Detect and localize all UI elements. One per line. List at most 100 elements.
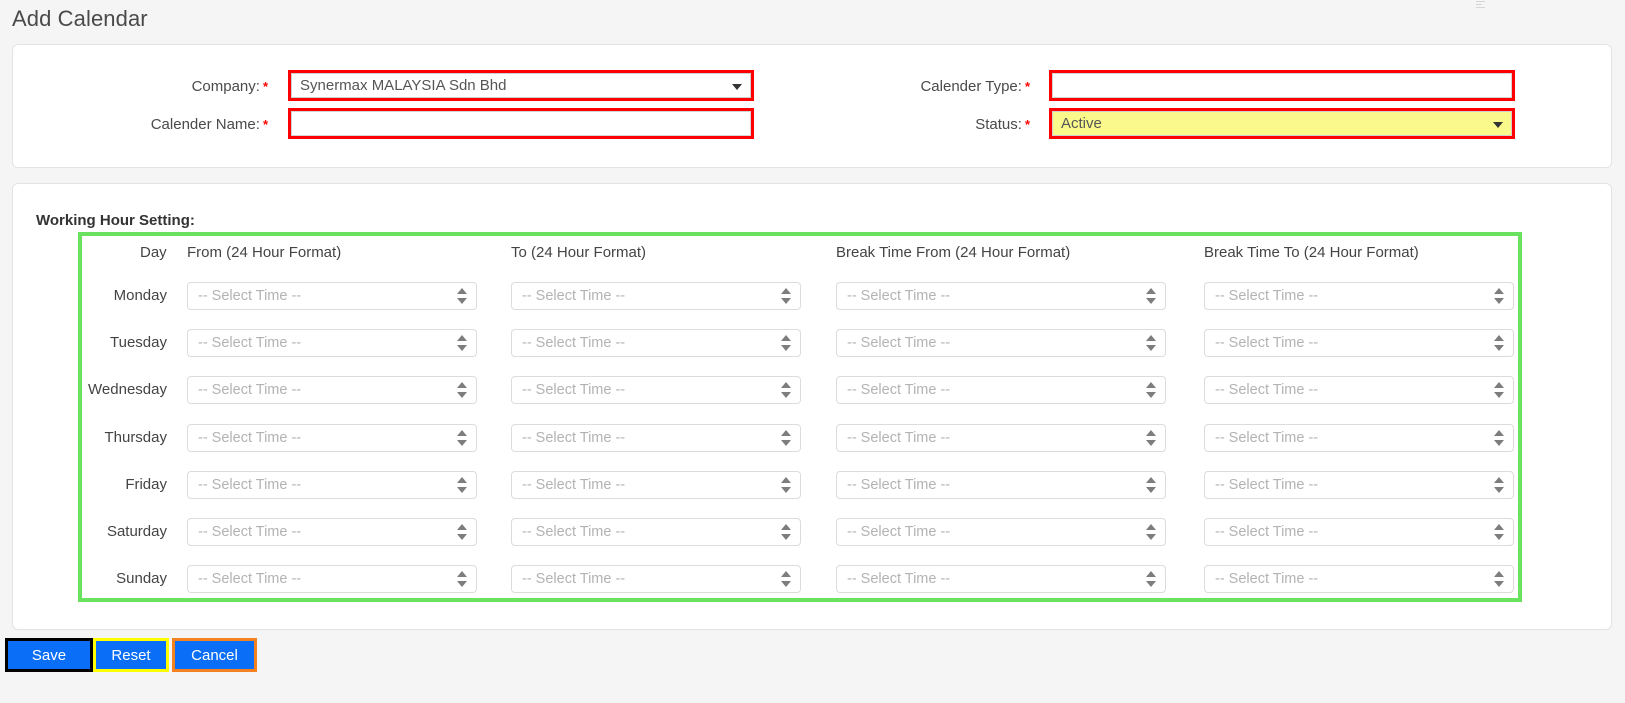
- time-input-break-to-thursday[interactable]: -- Select Time --: [1204, 424, 1514, 452]
- time-input-placeholder: -- Select Time --: [1215, 382, 1319, 398]
- spinner-arrows-icon[interactable]: [457, 523, 468, 541]
- spinner-arrows-icon[interactable]: [781, 570, 792, 588]
- spinner-arrows-icon[interactable]: [1494, 381, 1505, 399]
- time-input-placeholder: -- Select Time --: [847, 477, 951, 493]
- time-input-break-from-thursday[interactable]: -- Select Time --: [836, 424, 1166, 452]
- calendar-name-highlight: [288, 108, 754, 139]
- spinner-arrows-icon[interactable]: [457, 570, 468, 588]
- spinner-arrows-icon[interactable]: [781, 476, 792, 494]
- time-input-to-wednesday[interactable]: -- Select Time --: [511, 376, 801, 404]
- spinner-arrows-icon[interactable]: [1494, 287, 1505, 305]
- time-input-break-to-tuesday[interactable]: -- Select Time --: [1204, 329, 1514, 357]
- spinner-arrows-icon[interactable]: [1494, 429, 1505, 447]
- time-input-placeholder: -- Select Time --: [522, 430, 626, 446]
- spinner-arrows-icon[interactable]: [457, 381, 468, 399]
- time-input-from-sunday[interactable]: -- Select Time --: [187, 565, 477, 593]
- spinner-arrows-icon[interactable]: [457, 287, 468, 305]
- time-input-break-from-friday[interactable]: -- Select Time --: [836, 471, 1166, 499]
- reset-button[interactable]: Reset: [96, 641, 166, 669]
- status-highlight: Active: [1049, 108, 1515, 139]
- time-input-placeholder: -- Select Time --: [847, 430, 951, 446]
- calendar-name-input[interactable]: [291, 111, 751, 136]
- save-button-outline: Save: [5, 638, 93, 672]
- chevron-down-icon: [1493, 121, 1503, 128]
- day-label-saturday: Saturday: [106, 523, 167, 540]
- time-input-placeholder: -- Select Time --: [198, 524, 302, 540]
- spinner-arrows-icon[interactable]: [457, 429, 468, 447]
- spinner-arrows-icon[interactable]: [781, 381, 792, 399]
- save-button[interactable]: Save: [8, 641, 90, 669]
- time-input-placeholder: -- Select Time --: [1215, 288, 1319, 304]
- time-input-break-to-friday[interactable]: -- Select Time --: [1204, 471, 1514, 499]
- time-input-placeholder: -- Select Time --: [522, 382, 626, 398]
- calendar-type-required-marker: *: [1024, 78, 1030, 94]
- spinner-arrows-icon[interactable]: [1494, 523, 1505, 541]
- spinner-arrows-icon[interactable]: [781, 334, 792, 352]
- status-select-value: Active: [1061, 115, 1102, 132]
- day-label-tuesday: Tuesday: [110, 334, 167, 351]
- time-input-break-from-sunday[interactable]: -- Select Time --: [836, 565, 1166, 593]
- time-input-break-to-wednesday[interactable]: -- Select Time --: [1204, 376, 1514, 404]
- time-input-from-tuesday[interactable]: -- Select Time --: [187, 329, 477, 357]
- time-input-placeholder: -- Select Time --: [522, 524, 626, 540]
- day-label-sunday: Sunday: [116, 570, 167, 587]
- status-select[interactable]: Active: [1052, 111, 1512, 136]
- spinner-arrows-icon[interactable]: [1494, 570, 1505, 588]
- page-title: Add Calendar: [12, 6, 148, 31]
- column-header-from: From (24 Hour Format): [187, 244, 342, 261]
- company-label: Company:: [191, 77, 260, 95]
- time-input-from-monday[interactable]: -- Select Time --: [187, 282, 477, 310]
- time-input-break-from-monday[interactable]: -- Select Time --: [836, 282, 1166, 310]
- time-input-break-from-tuesday[interactable]: -- Select Time --: [836, 329, 1166, 357]
- spinner-arrows-icon[interactable]: [1494, 334, 1505, 352]
- time-input-to-friday[interactable]: -- Select Time --: [511, 471, 801, 499]
- spinner-arrows-icon[interactable]: [457, 334, 468, 352]
- calendar-type-input[interactable]: [1052, 73, 1512, 98]
- time-input-placeholder: -- Select Time --: [847, 571, 951, 587]
- day-label-thursday: Thursday: [104, 429, 167, 446]
- time-input-from-friday[interactable]: -- Select Time --: [187, 471, 477, 499]
- calendar-type-highlight: [1049, 70, 1515, 101]
- spinner-arrows-icon[interactable]: [1146, 476, 1157, 494]
- time-input-from-saturday[interactable]: -- Select Time --: [187, 518, 477, 546]
- spinner-arrows-icon[interactable]: [1146, 523, 1157, 541]
- time-input-break-to-saturday[interactable]: -- Select Time --: [1204, 518, 1514, 546]
- time-input-to-thursday[interactable]: -- Select Time --: [511, 424, 801, 452]
- time-input-placeholder: -- Select Time --: [198, 335, 302, 351]
- time-input-placeholder: -- Select Time --: [847, 382, 951, 398]
- spinner-arrows-icon[interactable]: [457, 476, 468, 494]
- cancel-button[interactable]: Cancel: [175, 641, 254, 669]
- status-label: Status:: [975, 115, 1022, 133]
- calendar-name-label: Calender Name:: [150, 115, 260, 133]
- time-input-to-sunday[interactable]: -- Select Time --: [511, 565, 801, 593]
- time-input-from-wednesday[interactable]: -- Select Time --: [187, 376, 477, 404]
- day-label-monday: Monday: [113, 287, 167, 304]
- time-input-placeholder: -- Select Time --: [847, 524, 951, 540]
- spinner-arrows-icon[interactable]: [781, 523, 792, 541]
- column-header-break-from: Break Time From (24 Hour Format): [836, 244, 1071, 261]
- day-label-friday: Friday: [125, 476, 167, 493]
- spinner-arrows-icon[interactable]: [1494, 476, 1505, 494]
- time-input-placeholder: -- Select Time --: [198, 571, 302, 587]
- time-input-from-thursday[interactable]: -- Select Time --: [187, 424, 477, 452]
- time-input-to-saturday[interactable]: -- Select Time --: [511, 518, 801, 546]
- spinner-arrows-icon[interactable]: [1146, 570, 1157, 588]
- spinner-arrows-icon[interactable]: [1146, 381, 1157, 399]
- spinner-arrows-icon[interactable]: [781, 287, 792, 305]
- time-input-to-tuesday[interactable]: -- Select Time --: [511, 329, 801, 357]
- time-input-placeholder: -- Select Time --: [1215, 430, 1319, 446]
- spinner-arrows-icon[interactable]: [1146, 429, 1157, 447]
- company-select[interactable]: Synermax MALAYSIA Sdn Bhd: [291, 73, 751, 98]
- spinner-arrows-icon[interactable]: [781, 429, 792, 447]
- time-input-break-from-saturday[interactable]: -- Select Time --: [836, 518, 1166, 546]
- time-input-placeholder: -- Select Time --: [198, 288, 302, 304]
- time-input-to-monday[interactable]: -- Select Time --: [511, 282, 801, 310]
- spinner-arrows-icon[interactable]: [1146, 287, 1157, 305]
- calendar-name-required-marker: *: [262, 116, 268, 132]
- time-input-break-to-sunday[interactable]: -- Select Time --: [1204, 565, 1514, 593]
- time-input-break-from-wednesday[interactable]: -- Select Time --: [836, 376, 1166, 404]
- time-input-break-to-monday[interactable]: -- Select Time --: [1204, 282, 1514, 310]
- time-input-placeholder: -- Select Time --: [847, 288, 951, 304]
- spinner-arrows-icon[interactable]: [1146, 334, 1157, 352]
- cancel-button-outline: Cancel: [172, 638, 257, 672]
